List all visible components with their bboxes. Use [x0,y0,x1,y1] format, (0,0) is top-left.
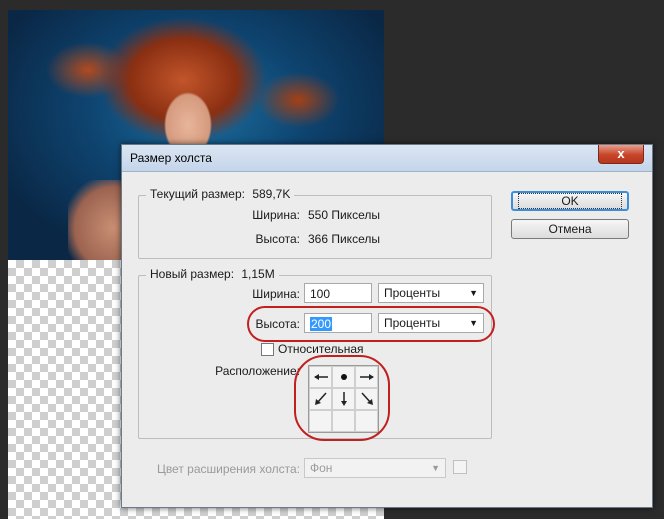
current-width-label: Ширина: [252,208,300,222]
relative-checkbox[interactable] [261,343,274,356]
height-input-value: 200 [310,317,333,331]
anchor-label: Расположение: [215,364,300,378]
anchor-bottom-right[interactable] [355,410,378,432]
relative-label[interactable]: Относительная [278,342,364,356]
height-unit-value: Проценты [384,316,441,330]
anchor-bottom-left[interactable] [309,410,332,432]
width-input-value: 100 [310,287,331,301]
height-input[interactable]: 200 [304,313,372,333]
chevron-down-icon: ▼ [431,463,440,473]
arrow-down-left-icon [314,392,327,405]
dialog-title: Размер холста [130,151,212,165]
current-size-group [138,195,492,259]
new-size-value: 1,15M [241,267,275,281]
anchor-top-left[interactable] [309,366,332,388]
arrow-right-icon [359,374,374,380]
chevron-down-icon: ▼ [469,318,478,328]
cancel-button[interactable]: Отмена [511,219,629,239]
anchor-top-right[interactable] [355,366,378,388]
new-size-label: Новый размер: [150,267,235,281]
canvas-ext-color-swatch[interactable] [453,460,467,474]
anchor-grid[interactable] [308,365,379,433]
arrow-left-icon [313,374,328,380]
current-width-value: 550 Пикселы [308,208,380,222]
ok-button-label: OK [518,193,622,209]
anchor-bottom-center[interactable] [332,410,355,432]
current-size-value: 589,7K [252,187,291,201]
ok-button[interactable]: OK [511,191,629,211]
canvas-size-dialog: Размер холста x Текущий размер: 589,7K Ш… [121,144,653,508]
close-icon: x [617,146,625,161]
new-height-label: Высота: [255,317,300,331]
current-height-value: 366 Пикселы [308,232,380,246]
cancel-button-label: Отмена [548,222,592,236]
arrow-down-right-icon [360,392,373,405]
height-unit-select[interactable]: Проценты ▼ [378,313,484,333]
close-button[interactable]: x [598,145,644,164]
canvas-ext-select[interactable]: Фон ▼ [304,458,446,478]
arrow-down-icon [340,392,347,406]
new-size-legend: Новый размер: 1,15M [146,267,279,281]
width-input[interactable]: 100 [304,283,372,303]
anchor-middle-left[interactable] [309,388,332,410]
new-width-label: Ширина: [252,287,300,301]
dialog-titlebar[interactable]: Размер холста x [122,145,652,172]
anchor-middle-center[interactable] [332,388,355,410]
anchor-top-center[interactable] [332,366,355,388]
width-unit-value: Проценты [384,286,441,300]
anchor-dot-icon [340,374,347,380]
width-unit-select[interactable]: Проценты ▼ [378,283,484,303]
current-size-legend: Текущий размер: 589,7K [146,187,295,201]
current-size-label: Текущий размер: [150,187,245,201]
anchor-middle-right[interactable] [355,388,378,410]
current-height-label: Высота: [255,232,300,246]
chevron-down-icon: ▼ [469,288,478,298]
canvas-ext-label: Цвет расширения холста: [156,462,300,476]
canvas-ext-value: Фон [310,461,333,475]
